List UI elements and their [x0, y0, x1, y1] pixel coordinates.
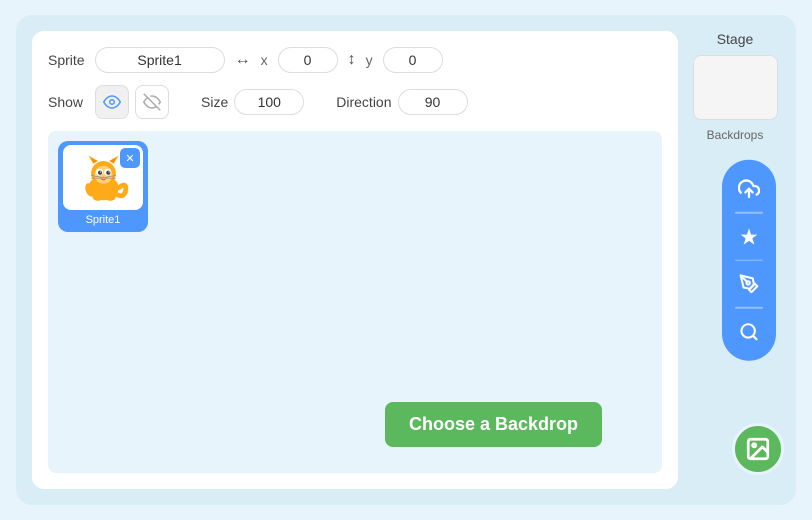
size-input[interactable]: [234, 89, 304, 115]
y-input[interactable]: [383, 47, 443, 73]
separator3: [735, 307, 763, 309]
stage-label: Stage: [690, 31, 780, 47]
upload-button[interactable]: [730, 170, 768, 208]
size-section: Size: [201, 89, 304, 115]
sprite-canvas: ✕ Sprite1 Choose a Backdrop: [48, 131, 662, 473]
fab-column: [722, 160, 776, 361]
direction-label: Direction: [336, 94, 391, 110]
magic-button[interactable]: [730, 217, 768, 255]
sprite-card-inner: ✕: [63, 145, 143, 210]
y-arrow-icon: ↕: [348, 51, 356, 69]
paint-button[interactable]: [730, 265, 768, 303]
separator: [735, 212, 763, 214]
direction-section: Direction: [336, 89, 467, 115]
choose-backdrop-button[interactable]: Choose a Backdrop: [385, 402, 602, 447]
direction-input[interactable]: [398, 89, 468, 115]
sprite-controls-row: Sprite ↔ x ↕ y: [48, 47, 662, 73]
show-visible-button[interactable]: [95, 85, 129, 119]
sprite-label: Sprite: [48, 52, 85, 68]
separator2: [735, 259, 763, 261]
x-label: x: [261, 52, 268, 68]
stage-preview[interactable]: [693, 55, 778, 120]
sprite-card-label: Sprite1: [86, 214, 121, 226]
delete-sprite-button[interactable]: ✕: [120, 148, 140, 168]
y-label: y: [366, 52, 373, 68]
search-button[interactable]: [730, 312, 768, 350]
show-toggle-group: [95, 85, 169, 119]
sprite-card[interactable]: ✕ Sprite1: [58, 141, 148, 232]
backdrops-label: Backdrops: [707, 128, 764, 142]
props-controls-row: Show Size: [48, 85, 662, 119]
x-arrow-icon: ↔: [235, 51, 251, 69]
show-label: Show: [48, 94, 83, 110]
main-fab-button[interactable]: [732, 423, 784, 475]
main-container: Sprite ↔ x ↕ y Show: [16, 15, 796, 505]
sprite-name-input[interactable]: [95, 47, 225, 73]
size-label: Size: [201, 94, 228, 110]
main-panel: Sprite ↔ x ↕ y Show: [32, 31, 678, 489]
show-hidden-button[interactable]: [135, 85, 169, 119]
x-input[interactable]: [278, 47, 338, 73]
